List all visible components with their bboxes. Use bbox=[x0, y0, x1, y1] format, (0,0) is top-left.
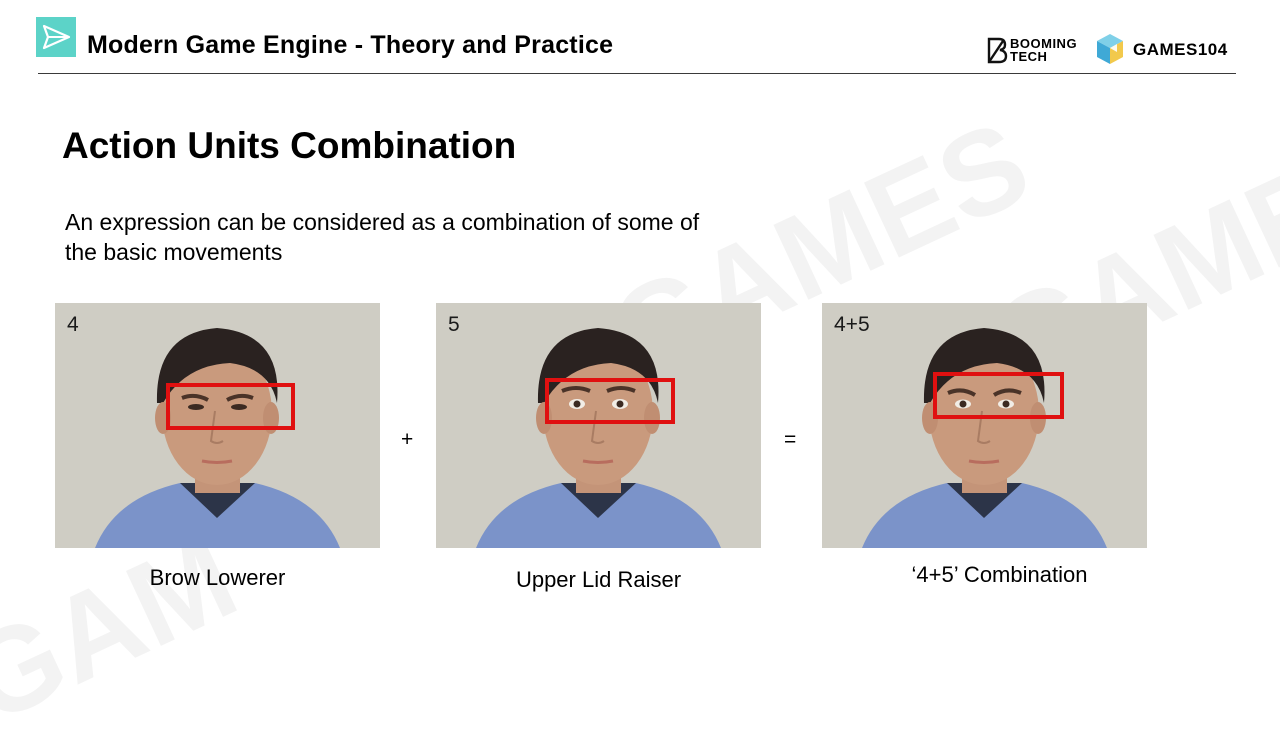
plus-operator: + bbox=[401, 428, 414, 451]
action-unit-number: 4+5 bbox=[834, 313, 870, 336]
paper-plane-icon bbox=[36, 17, 76, 57]
face-illustration bbox=[55, 303, 380, 548]
face-illustration bbox=[436, 303, 761, 548]
brand-games: GAMES104 bbox=[1133, 40, 1228, 59]
action-unit-number: 5 bbox=[448, 313, 460, 336]
course-title: Modern Game Engine - Theory and Practice bbox=[87, 31, 614, 59]
cube-icon bbox=[1097, 34, 1123, 64]
games104-logo: GAMES104 bbox=[1095, 34, 1240, 67]
face-photo-upper-lid-raiser: 5 bbox=[436, 303, 761, 548]
header-divider bbox=[38, 73, 1236, 74]
face-photo-brow-lowerer: 4 bbox=[55, 303, 380, 548]
equals-operator: = bbox=[784, 428, 797, 451]
caption-combination: ‘4+5’ Combination bbox=[911, 562, 1088, 587]
slide-title: Action Units Combination bbox=[62, 125, 517, 166]
slide-header: Modern Game Engine - Theory and Practice… bbox=[0, 0, 1280, 80]
slide-body-text: An expression can be considered as a com… bbox=[65, 209, 700, 265]
caption-brow-lowerer: Brow Lowerer bbox=[149, 565, 286, 590]
booming-tech-logo: BOOMING TECH bbox=[985, 35, 1085, 67]
action-unit-number: 4 bbox=[67, 313, 79, 336]
brand-booming-line2: TECH bbox=[1010, 49, 1048, 64]
face-illustration bbox=[822, 303, 1147, 548]
face-photo-combination: 4+5 bbox=[822, 303, 1147, 548]
booming-tech-mark-icon bbox=[987, 37, 1008, 64]
caption-upper-lid-raiser: Upper Lid Raiser bbox=[515, 567, 682, 592]
